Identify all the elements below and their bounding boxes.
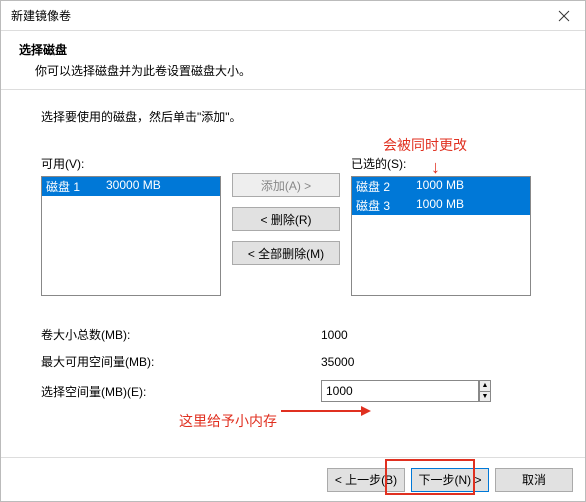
total-size-value: 1000 <box>321 328 491 342</box>
max-space-row: 最大可用空间量(MB): 35000 <box>41 353 545 370</box>
header-subtitle: 你可以选择磁盘并为此卷设置磁盘大小。 <box>35 62 567 79</box>
total-size-label: 卷大小总数(MB): <box>41 326 321 343</box>
space-input[interactable] <box>321 380 479 402</box>
list-item[interactable]: 磁盘 2 1000 MB <box>352 177 530 196</box>
titlebar: 新建镜像卷 <box>1 1 585 31</box>
close-icon <box>558 10 570 22</box>
available-column: 可用(V): 磁盘 1 30000 MB <box>41 155 221 296</box>
transfer-buttons: 添加(A) > < 删除(R) < 全部删除(M) <box>221 155 351 265</box>
remove-button[interactable]: < 删除(R) <box>232 207 340 231</box>
header: 选择磁盘 你可以选择磁盘并为此卷设置磁盘大小。 <box>1 31 585 90</box>
add-button[interactable]: 添加(A) > <box>232 173 340 197</box>
available-listbox[interactable]: 磁盘 1 30000 MB <box>41 176 221 296</box>
instruction-text: 选择要使用的磁盘，然后单击"添加"。 <box>41 108 545 125</box>
dialog-window: 新建镜像卷 选择磁盘 你可以选择磁盘并为此卷设置磁盘大小。 选择要使用的磁盘，然… <box>0 0 586 502</box>
disk-size: 30000 MB <box>106 178 216 195</box>
size-fields: 卷大小总数(MB): 1000 最大可用空间量(MB): 35000 选择空间量… <box>41 326 545 402</box>
back-button[interactable]: < 上一步(B) <box>327 468 405 492</box>
selected-listbox[interactable]: 磁盘 2 1000 MB 磁盘 3 1000 MB <box>351 176 531 296</box>
disk-name: 磁盘 3 <box>356 197 416 214</box>
spinner-buttons: ▲ ▼ <box>479 380 491 402</box>
select-space-row: 选择空间量(MB)(E): ▲ ▼ <box>41 380 545 402</box>
disk-size: 1000 MB <box>416 197 526 214</box>
close-button[interactable] <box>543 1 585 31</box>
selected-column: 已选的(S): 磁盘 2 1000 MB 磁盘 3 1000 MB <box>351 155 531 296</box>
disk-lists: 可用(V): 磁盘 1 30000 MB 添加(A) > < 删除(R) < 全… <box>41 155 545 296</box>
footer: < 上一步(B) 下一步(N) > 取消 <box>1 457 585 501</box>
selected-label: 已选的(S): <box>351 155 531 172</box>
available-label: 可用(V): <box>41 155 221 172</box>
spinner-down-button[interactable]: ▼ <box>479 391 491 403</box>
header-title: 选择磁盘 <box>19 41 567 58</box>
select-space-label: 选择空间量(MB)(E): <box>41 383 321 400</box>
space-spinner: ▲ ▼ <box>321 380 491 402</box>
remove-all-button[interactable]: < 全部删除(M) <box>232 241 340 265</box>
list-item[interactable]: 磁盘 3 1000 MB <box>352 196 530 215</box>
body: 选择要使用的磁盘，然后单击"添加"。 可用(V): 磁盘 1 30000 MB … <box>1 90 585 422</box>
max-space-label: 最大可用空间量(MB): <box>41 353 321 370</box>
max-space-value: 35000 <box>321 355 491 369</box>
disk-size: 1000 MB <box>416 178 526 195</box>
cancel-button[interactable]: 取消 <box>495 468 573 492</box>
list-item[interactable]: 磁盘 1 30000 MB <box>42 177 220 196</box>
window-title: 新建镜像卷 <box>1 7 543 24</box>
disk-name: 磁盘 1 <box>46 178 106 195</box>
disk-name: 磁盘 2 <box>356 178 416 195</box>
next-button[interactable]: 下一步(N) > <box>411 468 489 492</box>
total-size-row: 卷大小总数(MB): 1000 <box>41 326 545 343</box>
spinner-up-button[interactable]: ▲ <box>479 380 491 391</box>
